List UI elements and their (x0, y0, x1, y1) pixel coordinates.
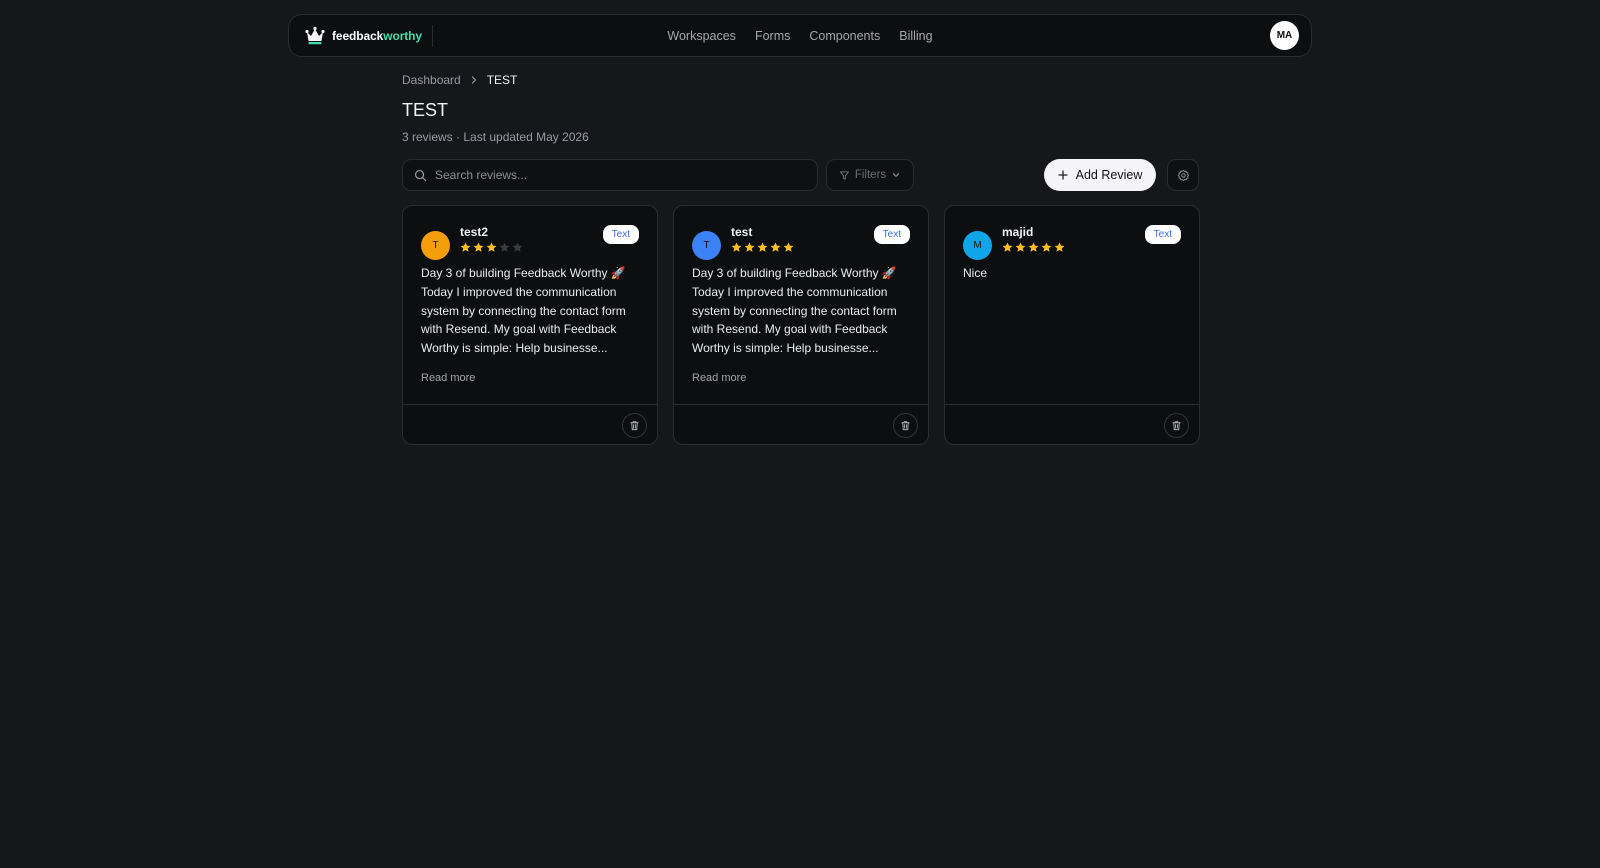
nav-forms[interactable]: Forms (755, 29, 790, 43)
review-text: Nice (963, 266, 988, 280)
user-avatar-button[interactable]: MA (1270, 21, 1299, 50)
add-review-button[interactable]: Add Review (1044, 159, 1156, 191)
star-empty-icon (499, 242, 510, 252)
star-filled-icon (1002, 242, 1013, 252)
star-filled-icon (473, 242, 484, 252)
star-filled-icon (770, 242, 781, 252)
crown-logo-icon (305, 26, 325, 46)
brand[interactable]: feedbackworthy (289, 15, 433, 56)
brand-name-part2: worthy (383, 28, 422, 43)
star-rating (460, 242, 523, 253)
nav-billing[interactable]: Billing (899, 29, 932, 43)
top-navbar: feedbackworthy Workspaces Forms Componen… (288, 14, 1312, 57)
star-filled-icon (1028, 242, 1039, 252)
card-footer (674, 404, 928, 444)
trash-icon (1171, 420, 1182, 431)
delete-review-button[interactable] (893, 413, 918, 438)
breadcrumb: Dashboard TEST (402, 73, 517, 87)
settings-button[interactable] (1167, 159, 1199, 191)
star-filled-icon (1054, 242, 1065, 252)
star-filled-icon (744, 242, 755, 252)
page-subtitle: 3 reviews · Last updated May 2026 (402, 130, 589, 144)
nav-workspaces[interactable]: Workspaces (667, 29, 736, 43)
review-card[interactable]: M majid Text Nice (944, 205, 1200, 445)
add-review-label: Add Review (1075, 168, 1143, 182)
search-input[interactable] (435, 168, 795, 182)
filters-button[interactable]: Filters (826, 159, 914, 191)
page-title: TEST (402, 100, 449, 120)
review-type-badge: Text (602, 225, 639, 244)
read-more-link[interactable]: Read more (421, 372, 475, 384)
review-type-badge: Text (873, 225, 910, 244)
review-header: M majid (963, 225, 1065, 260)
review-card[interactable]: T test Text Day 3 of building Feedback W… (673, 205, 929, 445)
review-card[interactable]: T test2 Text Day 3 of building Feedback … (402, 205, 658, 445)
reviewer-avatar: M (963, 231, 992, 260)
card-footer (403, 404, 657, 444)
review-grid: T test2 Text Day 3 of building Feedback … (402, 205, 1200, 445)
brand-name-part1: feedback (332, 28, 384, 43)
star-filled-icon (731, 242, 742, 252)
plus-icon (1057, 170, 1068, 180)
search-box (402, 159, 818, 191)
brand-name: feedbackworthy (332, 29, 422, 43)
trash-icon (629, 420, 640, 431)
star-rating (1002, 242, 1065, 253)
trash-icon (900, 420, 911, 431)
read-more-link[interactable]: Read more (692, 372, 746, 384)
star-empty-icon (512, 242, 523, 252)
review-text: Day 3 of building Feedback Worthy 🚀 Toda… (421, 266, 626, 356)
delete-review-button[interactable] (622, 413, 647, 438)
filters-label: Filters (854, 169, 887, 181)
breadcrumb-dashboard[interactable]: Dashboard (402, 73, 461, 87)
star-filled-icon (1015, 242, 1026, 252)
gear-icon (1177, 169, 1190, 182)
nav-components[interactable]: Components (809, 29, 880, 43)
search-icon (414, 169, 427, 182)
delete-review-button[interactable] (1164, 413, 1189, 438)
reviewer-name: test (731, 225, 753, 239)
reviewer-name: test2 (460, 225, 489, 239)
nav-links: Workspaces Forms Components Billing (289, 15, 1311, 56)
breadcrumb-current: TEST (486, 73, 518, 87)
reviewer-avatar: T (421, 231, 450, 260)
review-header: T test (692, 225, 794, 260)
star-filled-icon (460, 242, 471, 252)
chevron-down-icon (891, 170, 901, 180)
star-filled-icon (486, 242, 497, 252)
star-filled-icon (757, 242, 768, 252)
review-header: T test2 (421, 225, 523, 260)
reviewer-name: majid (1002, 225, 1034, 239)
star-rating (731, 242, 794, 253)
review-type-badge: Text (1144, 225, 1181, 244)
filter-icon (839, 170, 850, 181)
card-footer (945, 404, 1199, 444)
reviewer-avatar: T (692, 231, 721, 260)
brand-divider (431, 24, 433, 47)
review-text: Day 3 of building Feedback Worthy 🚀 Toda… (692, 266, 897, 356)
chevron-right-icon (469, 75, 479, 85)
star-filled-icon (1041, 242, 1052, 252)
star-filled-icon (783, 242, 794, 252)
